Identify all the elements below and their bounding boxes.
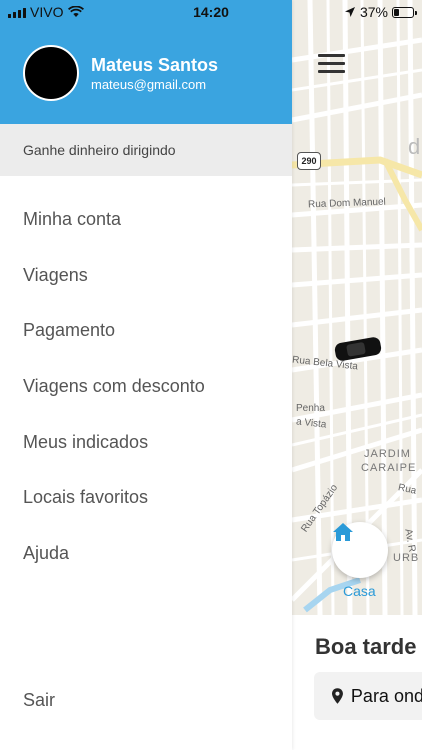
route-shield: 290 bbox=[297, 152, 321, 170]
user-email: mateus@gmail.com bbox=[91, 77, 207, 92]
hamburger-line bbox=[318, 70, 345, 73]
destination-placeholder: Para onde bbox=[350, 685, 422, 706]
logout-button[interactable]: Sair bbox=[0, 678, 292, 722]
destination-search[interactable]: Para onde bbox=[314, 672, 422, 720]
map-label-street: Penha bbox=[296, 403, 325, 414]
navigation-drawer: VIVO 14:20 Mateus Santos mateus@gmail.co… bbox=[0, 0, 292, 750]
menu-item-referrals[interactable]: Meus indicados bbox=[0, 414, 292, 470]
hamburger-line bbox=[318, 62, 345, 65]
drive-promo-link[interactable]: Ganhe dinheiro dirigindo bbox=[0, 124, 292, 176]
home-icon bbox=[333, 523, 353, 541]
hamburger-line bbox=[318, 54, 345, 57]
location-pin-icon bbox=[332, 688, 343, 704]
map-label-district: CARAIPE bbox=[361, 462, 417, 474]
drawer-menu: Minha conta Viagens Pagamento Viagens co… bbox=[0, 192, 292, 581]
greeting-text: Boa tarde bbox=[315, 634, 417, 659]
home-button[interactable] bbox=[332, 522, 388, 578]
menu-item-my-account[interactable]: Minha conta bbox=[0, 192, 292, 248]
map-label-district: d bbox=[408, 134, 421, 159]
home-label: Casa bbox=[343, 583, 376, 599]
menu-item-payment[interactable]: Pagamento bbox=[0, 303, 292, 359]
drawer-header: VIVO 14:20 Mateus Santos mateus@gmail.co… bbox=[0, 0, 292, 124]
map-label-district: JARDIM bbox=[364, 448, 411, 460]
user-name: Mateus Santos bbox=[91, 55, 219, 75]
menu-item-trips[interactable]: Viagens bbox=[0, 248, 292, 304]
status-bar-left: VIVO 14:20 bbox=[0, 0, 292, 24]
menu-item-discounted-trips[interactable]: Viagens com desconto bbox=[0, 359, 292, 415]
menu-button[interactable] bbox=[318, 54, 345, 74]
map-label-district: URB bbox=[393, 552, 420, 564]
menu-item-favorite-places[interactable]: Locais favoritos bbox=[0, 470, 292, 526]
status-time: 14:20 bbox=[193, 4, 229, 20]
menu-item-help[interactable]: Ajuda bbox=[0, 526, 292, 582]
avatar[interactable] bbox=[23, 45, 79, 101]
